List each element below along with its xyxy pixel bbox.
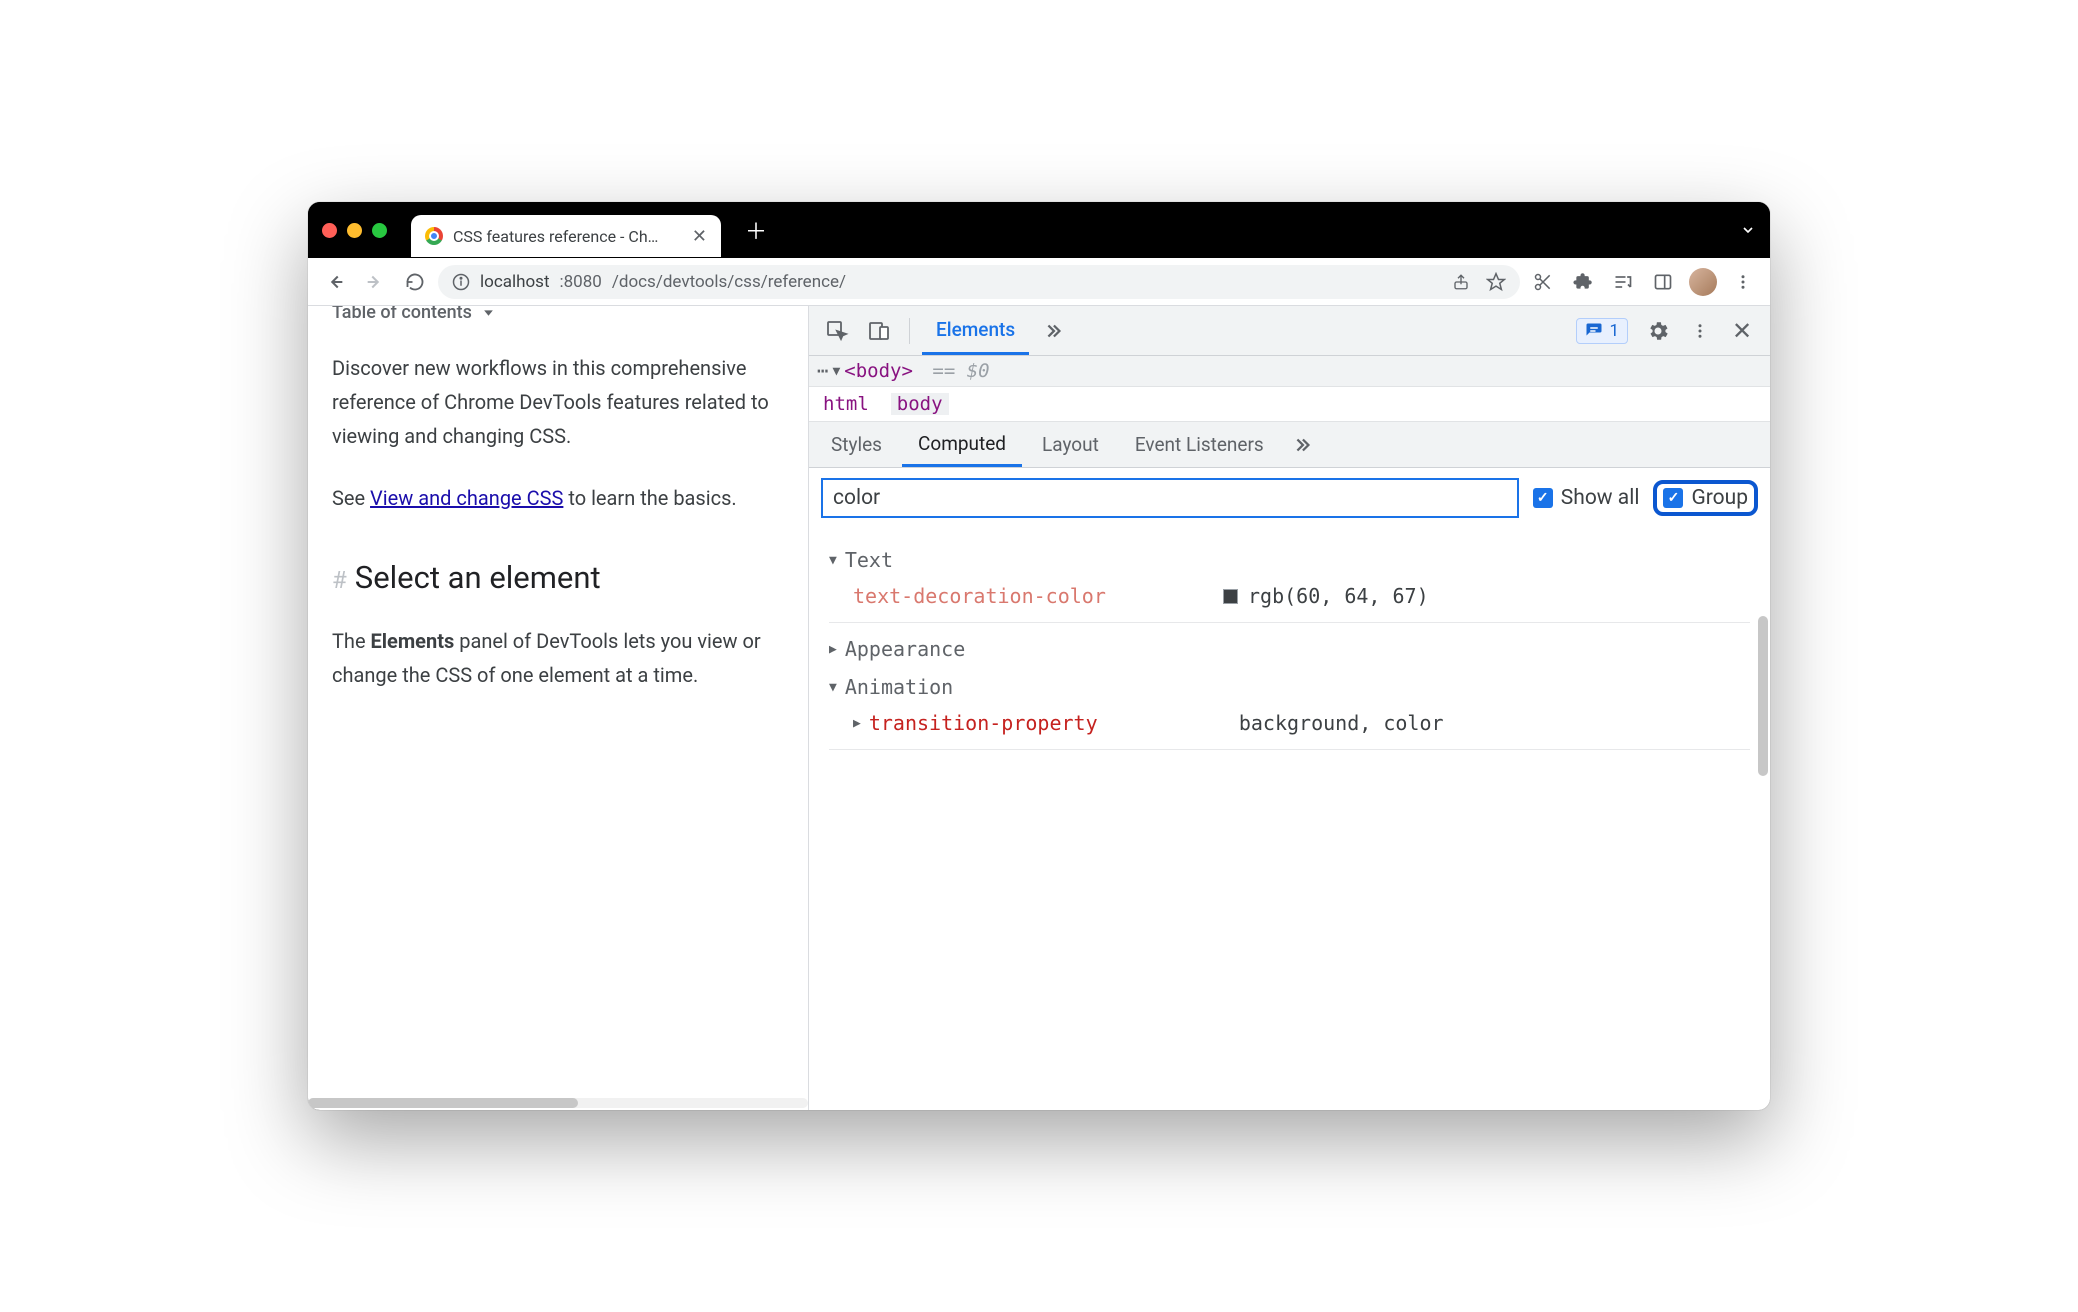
tab-elements[interactable]: Elements — [922, 306, 1029, 355]
browser-toolbar: localhost :8080/docs/devtools/css/referen… — [308, 258, 1770, 306]
group-checkbox[interactable]: ✓ Group — [1663, 486, 1748, 510]
color-swatch-icon[interactable] — [1223, 589, 1238, 604]
checkbox-checked-icon: ✓ — [1533, 488, 1553, 508]
devtools-panel: Elements 1 ✕ ⋯ ▼ <body> — [808, 306, 1770, 1110]
share-icon[interactable] — [1452, 273, 1470, 291]
heading-text: Select an element — [355, 559, 601, 596]
devtools-menu-icon[interactable] — [1682, 313, 1718, 349]
vertical-scrollbar[interactable] — [1758, 366, 1768, 1104]
checkbox-checked-icon: ✓ — [1663, 488, 1683, 508]
close-devtools-icon[interactable]: ✕ — [1724, 313, 1760, 349]
favicon-icon — [425, 227, 443, 245]
issues-icon — [1585, 322, 1603, 340]
chevron-right-icon: ▶ — [829, 642, 837, 657]
view-and-change-css-link[interactable]: View and change CSS — [370, 486, 563, 510]
dom-console-ref: == $0 — [932, 360, 989, 382]
more-tabs-icon[interactable] — [1035, 313, 1071, 349]
chevron-right-icon: ▶ — [853, 716, 861, 731]
anchor-hash-icon[interactable]: # — [332, 566, 347, 594]
chevron-down-icon — [482, 306, 495, 319]
intro-paragraph: Discover new workflows in this comprehen… — [332, 351, 784, 453]
dom-tree-row[interactable]: ⋯ ▼ <body> == $0 — [809, 356, 1770, 387]
ellipsis-icon: ⋯ — [817, 360, 828, 382]
body-paragraph: The Elements panel of DevTools lets you … — [332, 624, 784, 692]
more-subtabs-icon[interactable] — [1284, 427, 1320, 463]
back-button[interactable] — [318, 265, 352, 299]
close-tab-icon[interactable]: ✕ — [692, 226, 707, 247]
property-value: rgb(60, 64, 67) — [1223, 584, 1429, 608]
maximize-window-button[interactable] — [372, 223, 387, 238]
group-name: Text — [845, 548, 893, 572]
reload-button[interactable] — [398, 265, 432, 299]
devtools-toolbar: Elements 1 ✕ — [809, 306, 1770, 356]
filter-value: color — [833, 486, 880, 510]
browser-menu-icon[interactable] — [1726, 265, 1760, 299]
address-bar[interactable]: localhost :8080/docs/devtools/css/referen… — [438, 265, 1520, 299]
extensions-icon[interactable] — [1566, 265, 1600, 299]
url-host: localhost — [480, 272, 550, 292]
see-paragraph: See View and change CSS to learn the bas… — [332, 481, 784, 515]
group-header[interactable]: ▼ Text — [829, 548, 1750, 572]
breadcrumb: html body — [809, 387, 1770, 422]
issues-badge[interactable]: 1 — [1576, 318, 1628, 344]
dom-tag: <body> — [844, 360, 913, 382]
tab-styles[interactable]: Styles — [815, 422, 898, 467]
property-name: text-decoration-color — [853, 584, 1223, 608]
content-area: Table of contents Discover new workflows… — [308, 306, 1770, 1110]
chevron-down-icon: ▼ — [829, 680, 837, 695]
collapse-icon[interactable]: ▼ — [832, 364, 840, 379]
tab-computed[interactable]: Computed — [902, 422, 1022, 467]
property-row[interactable]: ▶ transition-propertybackground, color — [829, 699, 1750, 750]
window-controls — [322, 223, 387, 238]
chevron-down-icon: ▼ — [829, 553, 837, 568]
close-window-button[interactable] — [322, 223, 337, 238]
computed-filter-row: color ✓ Show all ✓ Group — [809, 468, 1770, 528]
tab-layout[interactable]: Layout — [1026, 422, 1115, 467]
device-toolbar-icon[interactable] — [861, 313, 897, 349]
group-name: Appearance — [845, 637, 965, 661]
group-header[interactable]: ▼ Animation — [829, 675, 1750, 699]
show-all-checkbox[interactable]: ✓ Show all — [1533, 486, 1640, 510]
url-port: :8080 — [560, 272, 602, 292]
url-path: /docs/devtools/css/reference/ — [612, 272, 846, 292]
computed-groups: ▼Texttext-decoration-colorrgb(60, 64, 67… — [809, 528, 1770, 1110]
property-value: background, color — [1239, 711, 1444, 735]
horizontal-scrollbar[interactable] — [308, 1098, 808, 1108]
section-heading: # Select an element — [332, 559, 784, 596]
issues-count: 1 — [1609, 321, 1619, 341]
new-tab-button[interactable]: ＋ — [745, 214, 767, 246]
browser-tab[interactable]: CSS features reference - Chrom ✕ — [411, 215, 721, 257]
minimize-window-button[interactable] — [347, 223, 362, 238]
web-page: Table of contents Discover new workflows… — [308, 306, 808, 1110]
titlebar: CSS features reference - Chrom ✕ ＋ — [308, 202, 1770, 258]
site-info-icon[interactable] — [452, 273, 470, 291]
show-all-label: Show all — [1561, 486, 1640, 510]
styles-subtabs: Styles Computed Layout Event Listeners — [809, 422, 1770, 468]
crumb-html[interactable]: html — [823, 393, 869, 415]
tab-event-listeners[interactable]: Event Listeners — [1119, 422, 1280, 467]
table-of-contents-toggle[interactable]: Table of contents — [332, 306, 784, 323]
side-panel-icon[interactable] — [1646, 265, 1680, 299]
settings-gear-icon[interactable] — [1640, 313, 1676, 349]
group-label: Group — [1691, 486, 1748, 510]
property-row[interactable]: text-decoration-colorrgb(60, 64, 67) — [829, 572, 1750, 623]
bookmark-star-icon[interactable] — [1486, 272, 1506, 292]
group-highlight: ✓ Group — [1653, 480, 1758, 516]
tab-title: CSS features reference - Chrom — [453, 227, 663, 246]
toc-label: Table of contents — [332, 306, 472, 323]
group-header[interactable]: ▶ Appearance — [829, 637, 1750, 661]
forward-button[interactable] — [358, 265, 392, 299]
group-name: Animation — [845, 675, 953, 699]
scissors-icon[interactable] — [1526, 265, 1560, 299]
property-name: transition-property — [869, 711, 1239, 735]
reading-list-icon[interactable] — [1606, 265, 1640, 299]
tabs-overflow-icon[interactable] — [1740, 222, 1756, 238]
profile-avatar[interactable] — [1686, 265, 1720, 299]
crumb-body[interactable]: body — [891, 393, 949, 415]
inspect-element-icon[interactable] — [819, 313, 855, 349]
browser-window: CSS features reference - Chrom ✕ ＋ local… — [308, 202, 1770, 1110]
filter-input[interactable]: color — [821, 478, 1519, 518]
